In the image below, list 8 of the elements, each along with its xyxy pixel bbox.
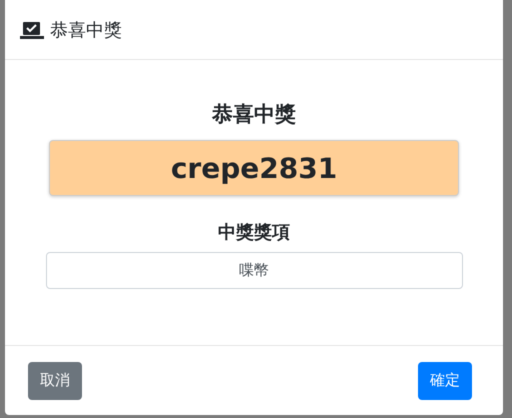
cancel-button[interactable]: 取消 xyxy=(28,362,82,400)
modal-title: 恭喜中獎 xyxy=(50,18,122,42)
winner-name: crepe2831 xyxy=(49,140,459,196)
confirm-button[interactable]: 確定 xyxy=(418,362,472,400)
heading: 恭喜中獎 xyxy=(212,101,296,128)
prize-label: 中獎獎項 xyxy=(218,221,290,244)
prize-field[interactable]: 喋幣 xyxy=(46,252,462,289)
laptop-check-icon xyxy=(20,20,44,40)
